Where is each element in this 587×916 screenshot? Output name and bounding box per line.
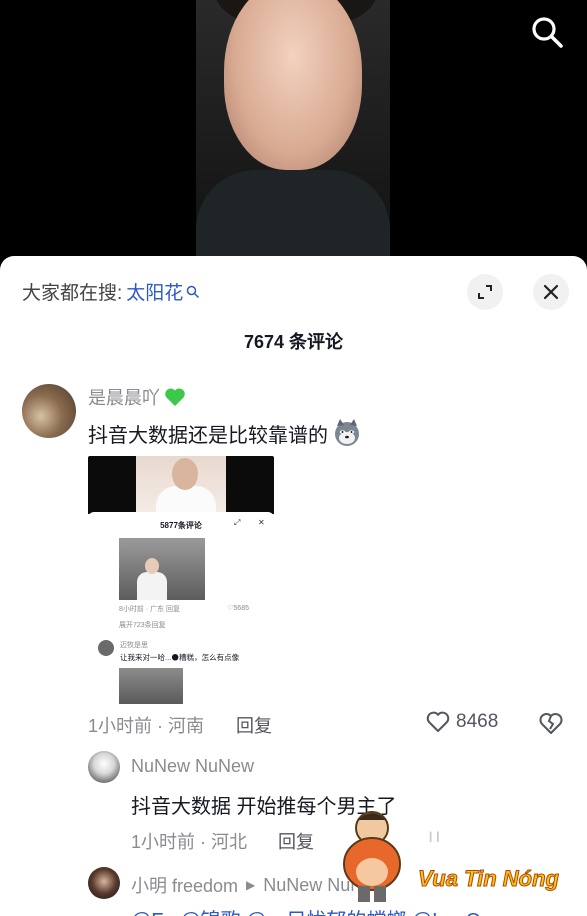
embedded-reply-avatar (98, 640, 114, 656)
embedded-reply-user: 迈牧是思 (120, 642, 148, 649)
embedded-meta-likes: ♡5685 (227, 605, 249, 612)
close-button[interactable] (533, 274, 569, 310)
green-heart-icon (165, 388, 185, 406)
video-person-face (224, 0, 362, 170)
video-player[interactable] (0, 0, 587, 262)
comment-username-row: 是晨晨吖 (88, 384, 186, 410)
embedded-photo-second (119, 668, 183, 704)
reply-username[interactable]: NuNew NuNew (131, 756, 254, 777)
embedded-video-thumb (88, 456, 274, 516)
trending-keyword[interactable]: 太阳花 (126, 278, 183, 305)
video-person-shirt (196, 170, 390, 262)
embedded-comment-count: 5877条评论 (160, 521, 202, 530)
reply2-username[interactable]: 小明 freedom (131, 872, 238, 898)
close-icon (543, 284, 559, 300)
like-count: 8468 (456, 711, 499, 732)
search-icon[interactable] (529, 14, 565, 50)
embedded-expand-replies: 展开723条回复 (119, 622, 166, 629)
expand-button[interactable] (467, 274, 503, 310)
reply-reply-button[interactable]: 回复 (278, 828, 314, 854)
comment-image[interactable]: 5877条评论 ⤢ ✕ 8小时前 · 广东 回复 ♡5685 展开723条回复 … (88, 456, 274, 704)
reply-button[interactable]: 回复 (236, 712, 272, 738)
comment-sheet: 大家都在搜: 太阳花 7674 条评论 是晨晨吖 抖音大数据还是比较靠谱的 58… (0, 256, 587, 916)
embedded-expand-icon: ⤢ (234, 518, 241, 527)
comment-avatar[interactable] (22, 384, 76, 438)
trending-search[interactable]: 大家都在搜: 太阳花 (22, 278, 200, 305)
reply-arrow-icon: ▶ (246, 878, 256, 892)
watermark: Vua Tin Nóng (332, 806, 582, 906)
reply2-avatar[interactable] (88, 867, 120, 899)
mascot-logo (343, 811, 401, 902)
comment-count: 7674 条评论 (243, 332, 344, 352)
small-search-icon (187, 285, 200, 298)
trending-prefix: 大家都在搜: (22, 283, 123, 304)
husky-emoji-icon (335, 419, 359, 446)
comment-time-location: 1小时前 · 河南 (88, 716, 205, 736)
reply-avatar[interactable] (88, 751, 120, 783)
comment-username[interactable]: 是晨晨吖 (88, 384, 160, 410)
watermark-text: Vua Tin Nóng (418, 866, 560, 892)
embedded-person-head (172, 458, 198, 490)
embedded-photo-body (137, 572, 167, 600)
video-frame (196, 0, 390, 262)
embedded-frame (136, 456, 226, 516)
broken-heart-icon[interactable] (538, 710, 564, 736)
expand-icon (478, 285, 492, 299)
embedded-close-icon: ✕ (258, 518, 265, 527)
embedded-photo (119, 538, 205, 600)
heart-outline-icon (426, 711, 450, 732)
embedded-photo-head (145, 558, 159, 574)
embedded-meta-time: 8小时前 · 广东 回复 (119, 606, 181, 613)
embedded-reply-text: 让我来对一哈...🌑糟糕，怎么有点像 (120, 653, 240, 662)
comment-text-row: 抖音大数据还是比较靠谱的 (88, 418, 362, 448)
reply-time-location: 1小时前 · 河北 (131, 832, 248, 852)
embedded-meta: 8小时前 · 广东 回复 ♡5685 (119, 604, 249, 614)
like-button[interactable]: 8468 (426, 711, 498, 733)
comment-text: 抖音大数据还是比较靠谱的 (88, 424, 328, 447)
embedded-comment-sheet: 5877条评论 ⤢ ✕ 8小时前 · 广东 回复 ♡5685 展开723条回复 … (88, 512, 274, 704)
